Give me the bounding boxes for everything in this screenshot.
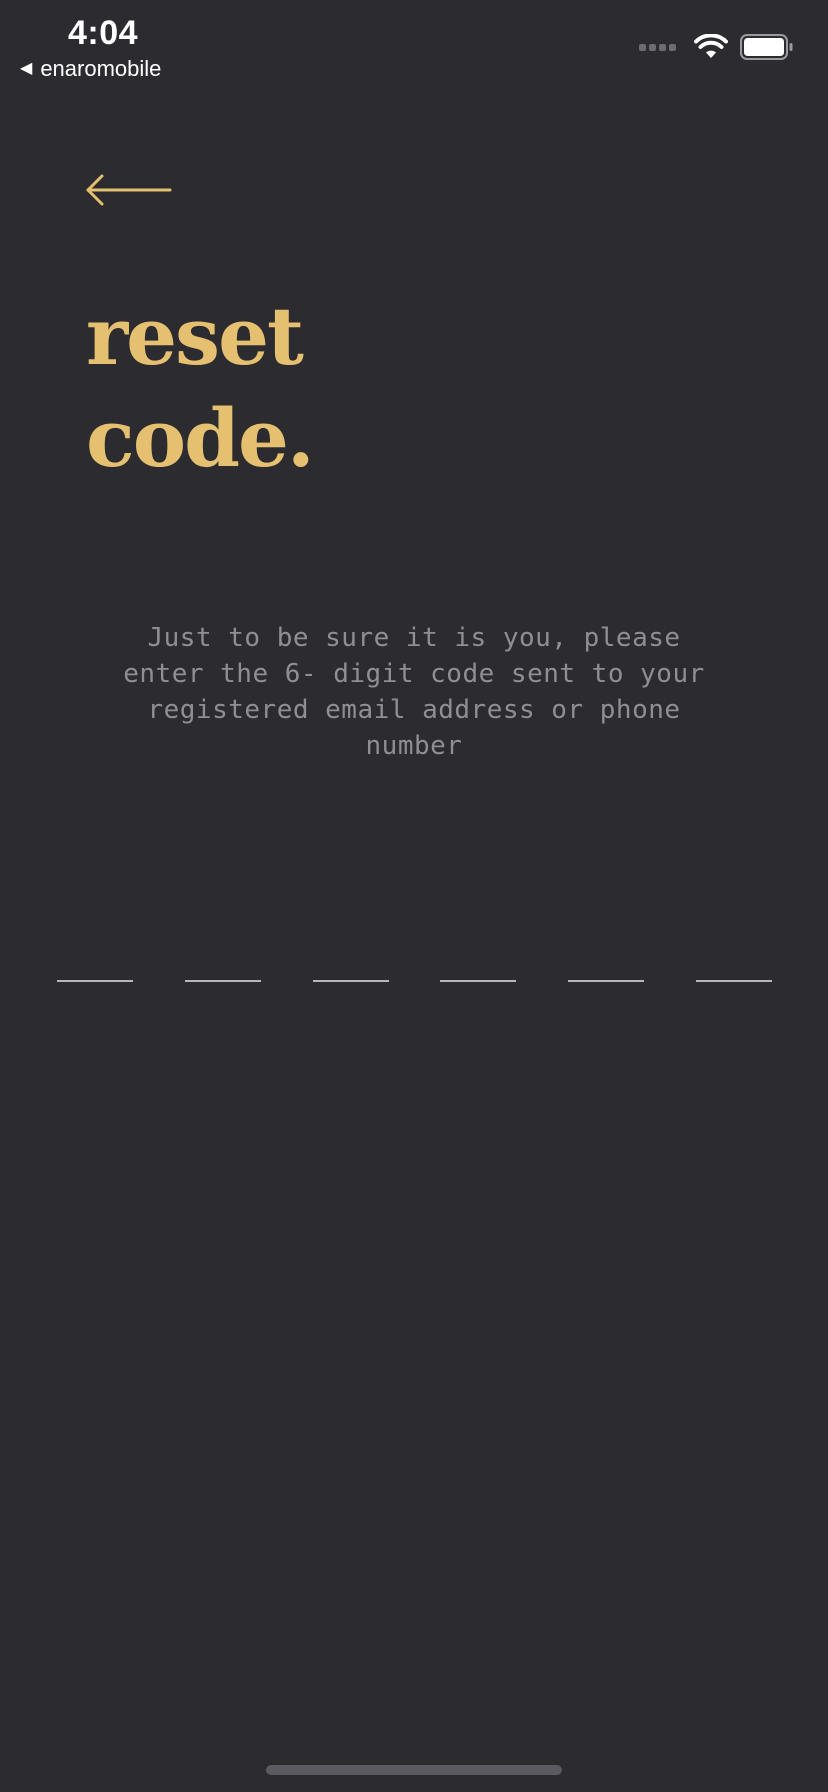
page-title: reset code.: [86, 285, 315, 489]
home-indicator[interactable]: [266, 1765, 562, 1775]
back-button[interactable]: [84, 170, 174, 210]
status-time: 4:04: [68, 14, 139, 52]
code-digit-4[interactable]: [440, 940, 516, 982]
back-app-label: enaromobile: [40, 56, 162, 81]
code-digit-3[interactable]: [313, 940, 389, 982]
battery-icon: [740, 34, 793, 60]
code-digit-6[interactable]: [696, 940, 772, 982]
back-triangle-icon: ◀: [20, 60, 33, 77]
instruction-text: Just to be sure it is you, please enter …: [123, 623, 705, 761]
code-input-row: [57, 940, 773, 982]
status-indicators: [639, 34, 794, 60]
arrow-left-icon: [86, 174, 172, 206]
wifi-icon: [694, 34, 728, 58]
signal-icon: [639, 43, 676, 51]
status-back-to-app[interactable]: ◀ enaromobile: [20, 56, 161, 82]
title-line-1: reset: [86, 289, 304, 383]
code-digit-1[interactable]: [57, 940, 133, 982]
title-line-2: code.: [86, 391, 315, 485]
code-digit-5[interactable]: [568, 940, 644, 982]
code-digit-2[interactable]: [185, 940, 261, 982]
